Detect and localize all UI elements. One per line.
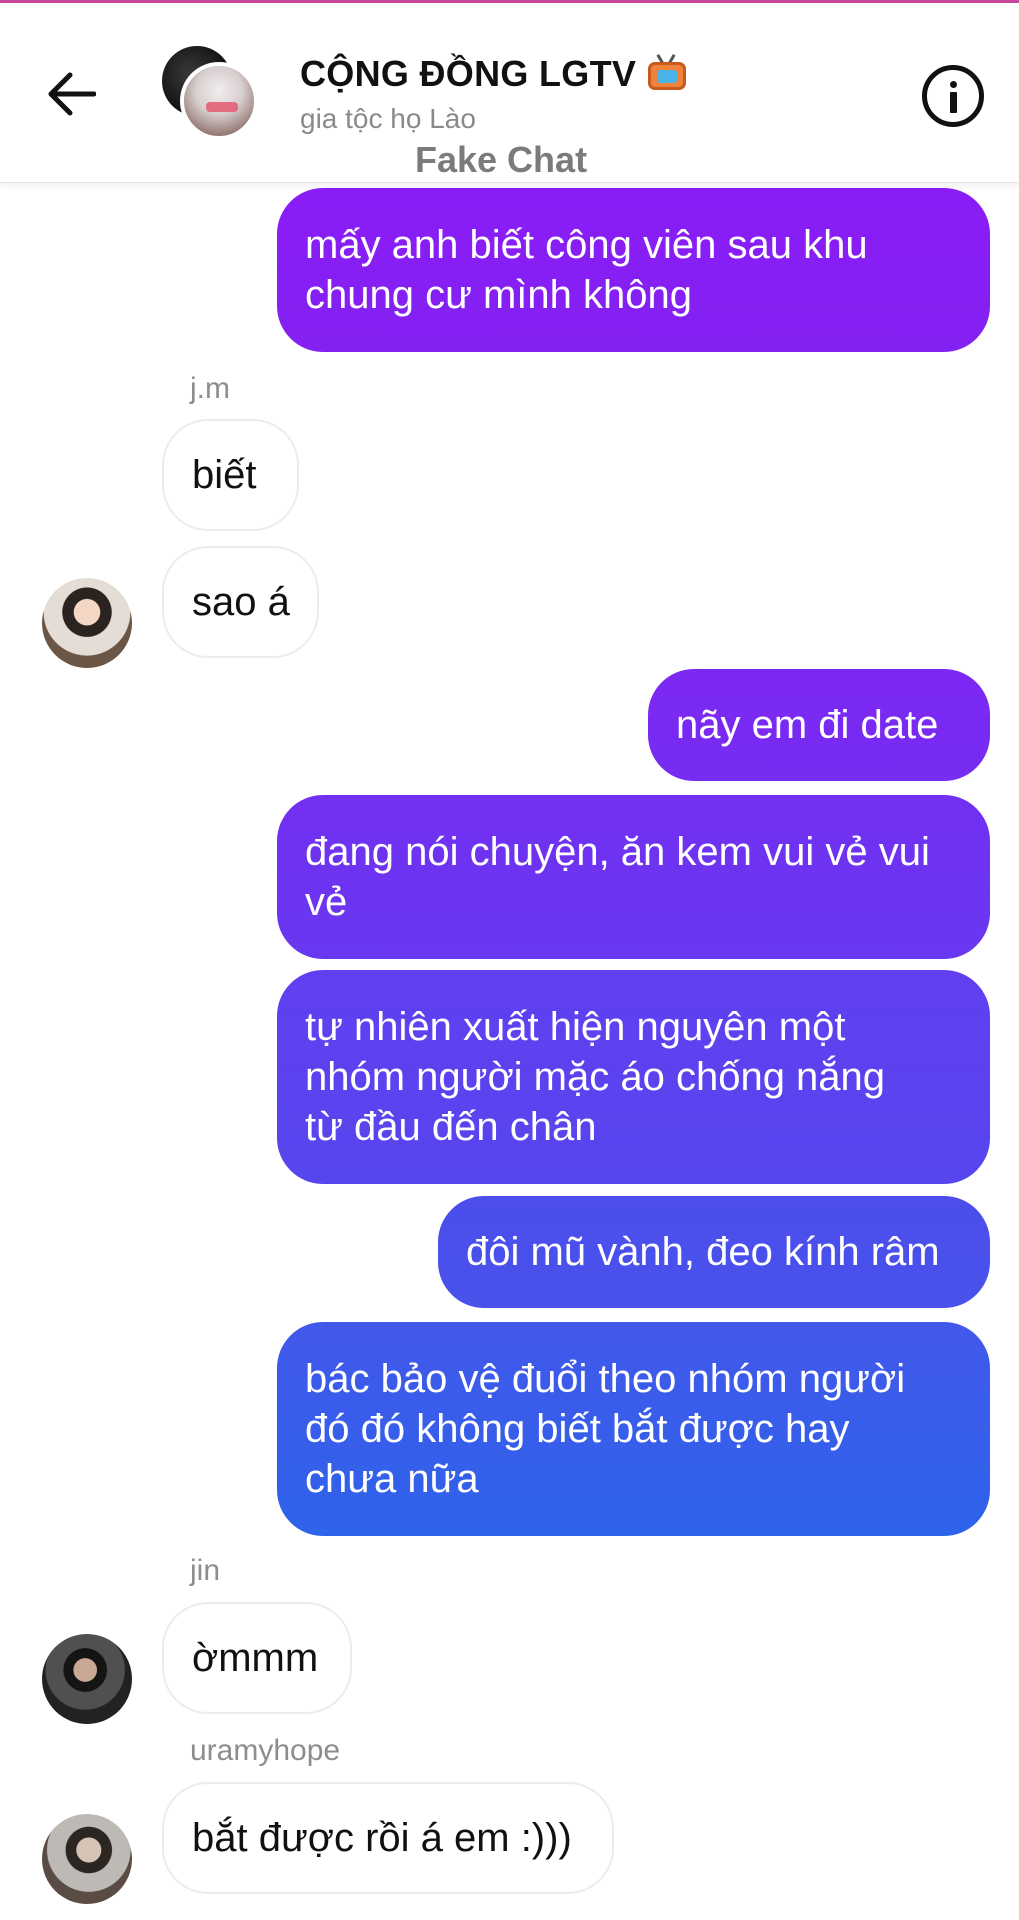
sender-name: j.m [190, 372, 230, 405]
chat-header: CỘNG ĐỒNG LGTV gia tộc họ Lào Fake Chat [0, 3, 1019, 183]
message-bubble-incoming[interactable]: sao á [162, 546, 319, 658]
message-text: biết [192, 453, 257, 497]
message-text: chưa nữa [305, 1457, 479, 1501]
message-text: tự nhiên xuất hiện nguyên một [305, 1005, 846, 1049]
group-title-row[interactable]: CỘNG ĐỒNG LGTV [300, 53, 688, 95]
message-text: bắt được rồi á em :))) [192, 1816, 572, 1860]
tv-icon [646, 53, 688, 90]
avatar[interactable] [42, 578, 132, 668]
sender-name: jin [190, 1554, 221, 1587]
message-bubble-incoming[interactable]: bắt được rồi á em :))) [162, 1782, 614, 1894]
message-bubble-outgoing[interactable]: mấy anh biết công viên sau khu chung cư … [277, 188, 990, 352]
sender-name: uramyhope [190, 1734, 341, 1767]
message-bubble-outgoing[interactable]: tự nhiên xuất hiện nguyên một nhóm người… [277, 970, 990, 1184]
message-text: đôi mũ vành, đeo kính râm [466, 1230, 940, 1274]
message-text: chung cư mình không [305, 273, 693, 317]
message-text: mấy anh biết công viên sau khu [305, 223, 868, 267]
avatar[interactable] [42, 1814, 132, 1904]
message-bubble-outgoing[interactable]: đang nói chuyện, ăn kem vui vẻ vui vẻ [277, 795, 990, 959]
message-text: từ đầu đến chân [305, 1105, 597, 1149]
message-text: vẻ [305, 880, 348, 924]
message-text: ờmmm [192, 1636, 319, 1680]
back-arrow-icon [48, 72, 96, 116]
group-avatar[interactable] [162, 46, 262, 142]
message-list[interactable]: mấy anh biết công viên sau khu chung cư … [0, 184, 1019, 1920]
fake-chat-watermark: Fake Chat [415, 139, 588, 180]
group-avatar-front [180, 62, 258, 140]
message-text: nãy em đi date [676, 703, 939, 747]
message-text: đang nói chuyện, ăn kem vui vẻ vui [305, 830, 930, 874]
avatar[interactable] [42, 1634, 132, 1724]
message-bubble-outgoing[interactable]: nãy em đi date [648, 669, 990, 781]
group-subtitle: gia tộc họ Lào [300, 103, 476, 134]
group-title: CỘNG ĐỒNG LGTV [300, 53, 637, 94]
message-text: nhóm người mặc áo chống nắng [305, 1055, 886, 1099]
message-bubble-outgoing[interactable]: đôi mũ vành, đeo kính râm [438, 1196, 990, 1308]
message-bubble-incoming[interactable]: ờmmm [162, 1602, 352, 1714]
message-text: sao á [192, 580, 290, 624]
message-bubble-outgoing[interactable]: bác bảo vệ đuổi theo nhóm người đó đó kh… [277, 1322, 990, 1536]
message-bubble-incoming[interactable]: biết [162, 419, 299, 531]
back-button[interactable] [40, 63, 102, 125]
message-text: bác bảo vệ đuổi theo nhóm người [305, 1357, 906, 1401]
info-button[interactable] [922, 65, 984, 127]
message-text: đó đó không biết bắt được hay [305, 1407, 850, 1451]
